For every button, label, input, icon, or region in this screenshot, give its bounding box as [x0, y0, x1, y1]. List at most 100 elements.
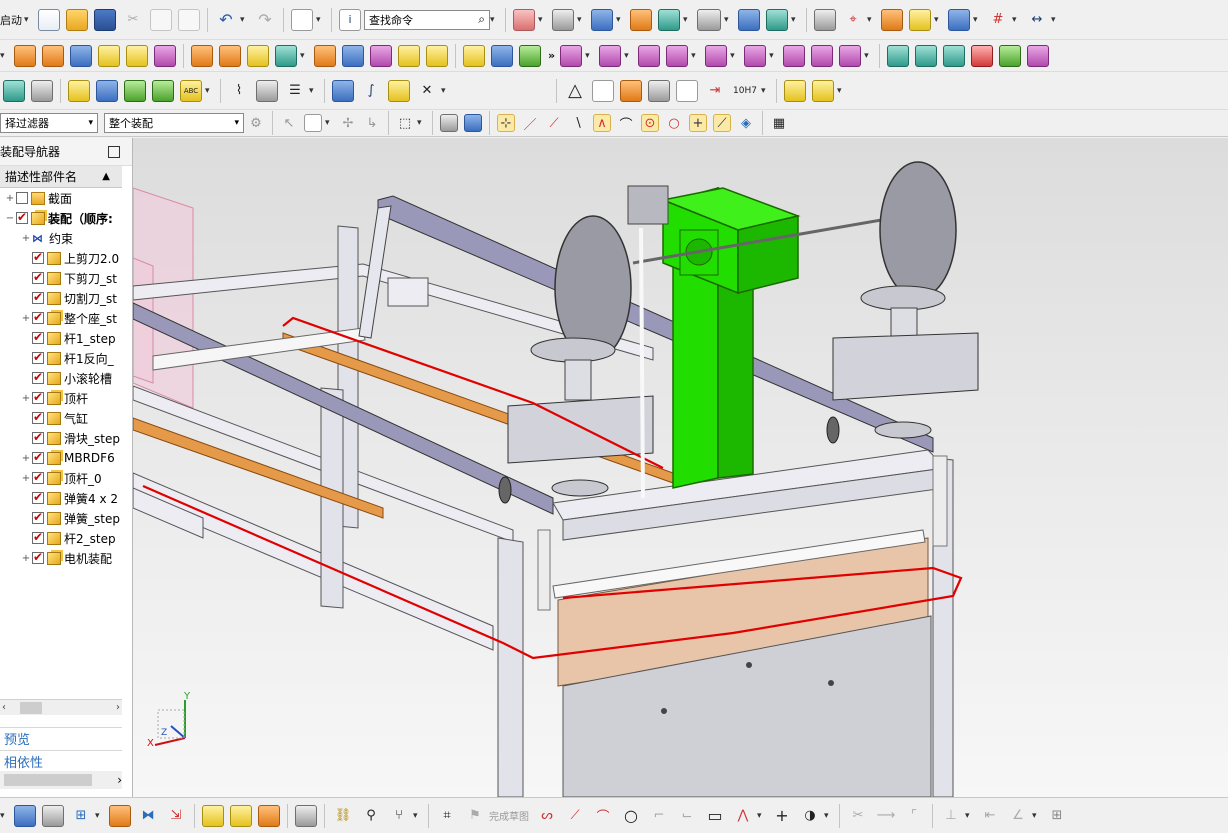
- subassembly-icon[interactable]: [202, 804, 224, 827]
- surface-icon[interactable]: [887, 44, 910, 67]
- render-dropdown-icon[interactable]: ▾: [577, 15, 584, 25]
- select-dropdown-icon[interactable]: ▾: [325, 118, 332, 128]
- boss-icon[interactable]: [219, 44, 241, 67]
- redo-icon[interactable]: ↷: [254, 9, 276, 31]
- snap-icon[interactable]: [948, 8, 970, 31]
- tree-node[interactable]: 滑块_step: [0, 428, 122, 448]
- visibility-checkbox[interactable]: [32, 410, 44, 424]
- rectangle-select-icon[interactable]: ⬚: [396, 114, 414, 132]
- search-icon[interactable]: ⌕: [478, 12, 485, 27]
- visibility-checkbox[interactable]: [32, 290, 44, 304]
- fit-dropdown-icon[interactable]: ▾: [761, 86, 768, 96]
- finish-sketch-icon[interactable]: ⚑: [464, 805, 486, 827]
- component-icon[interactable]: [42, 804, 64, 827]
- orient-dropdown-icon[interactable]: ▾: [683, 15, 690, 25]
- solid-select-icon[interactable]: [440, 114, 458, 132]
- show-constraints-icon[interactable]: ⊞: [1046, 805, 1068, 827]
- add-component-icon[interactable]: [3, 79, 25, 102]
- add-part-dropdown-icon[interactable]: ▾: [95, 811, 102, 821]
- assembly-constraint-icon[interactable]: [766, 8, 788, 31]
- toolbar-handle-dropdown[interactable]: ▾: [0, 51, 7, 61]
- mate-icon[interactable]: [152, 79, 174, 102]
- column-header[interactable]: 描述性部件名 ▲: [0, 166, 122, 188]
- visibility-checkbox[interactable]: [32, 250, 44, 264]
- hole-icon[interactable]: [191, 44, 213, 67]
- quick-trim-icon[interactable]: ✂: [847, 805, 869, 827]
- visibility-checkbox[interactable]: [32, 530, 44, 544]
- measure-icon[interactable]: [881, 8, 903, 31]
- exploded-view-icon[interactable]: [256, 79, 278, 102]
- visibility-checkbox[interactable]: [32, 330, 44, 344]
- info-icon[interactable]: i: [339, 8, 361, 31]
- sphere-icon[interactable]: [154, 44, 176, 67]
- fillet-icon[interactable]: ⌐: [648, 805, 670, 827]
- subtract-icon[interactable]: [342, 44, 364, 67]
- tree-node[interactable]: − 装配（顺序:: [0, 208, 122, 228]
- visibility-checkbox[interactable]: [32, 390, 44, 404]
- visibility-checkbox[interactable]: [32, 370, 44, 384]
- linear-dimension-icon[interactable]: ⇥: [704, 80, 726, 102]
- tree-node[interactable]: + 顶杆: [0, 388, 122, 408]
- open-folder-icon[interactable]: [66, 8, 88, 31]
- revolve-icon[interactable]: [42, 44, 64, 67]
- visibility-checkbox[interactable]: [32, 350, 44, 364]
- fastener-assembly-icon[interactable]: ⚲: [360, 805, 382, 827]
- quick-extend-icon[interactable]: ⟶: [875, 805, 897, 827]
- routing-icon[interactable]: ⑂: [388, 805, 410, 827]
- view-window-icon[interactable]: [291, 8, 313, 31]
- preview-panel-toggle[interactable]: 预览: [0, 727, 122, 749]
- expand-icon[interactable]: +: [20, 553, 32, 564]
- expand-icon[interactable]: +: [20, 393, 32, 404]
- thicken-icon[interactable]: [705, 44, 728, 67]
- view-dropdown-icon[interactable]: ▾: [316, 15, 323, 25]
- chain-link-icon[interactable]: ⛓: [332, 805, 354, 827]
- sequence-icon[interactable]: ☰: [284, 80, 306, 102]
- scale-dropdown-icon[interactable]: ▾: [691, 51, 698, 61]
- mirror-assembly-icon[interactable]: ⧓: [137, 805, 159, 827]
- draft-dropdown-icon[interactable]: ▾: [769, 51, 776, 61]
- cylinder-part-icon[interactable]: [332, 79, 354, 102]
- arc-icon[interactable]: ⌒: [592, 805, 614, 827]
- save-icon[interactable]: [94, 8, 116, 31]
- extrude-icon[interactable]: [14, 44, 36, 67]
- select-pointer-icon[interactable]: ↖: [280, 114, 298, 132]
- arrange-icon[interactable]: ⇲: [165, 805, 187, 827]
- collapse-icon[interactable]: −: [4, 213, 16, 224]
- visibility-checkbox[interactable]: [32, 550, 44, 564]
- trim-body-icon[interactable]: [398, 44, 420, 67]
- snap-quadrant-icon[interactable]: ○: [665, 114, 683, 132]
- toolbar-handle-dropdown[interactable]: ▾: [0, 811, 7, 821]
- offset-dropdown-icon[interactable]: ▾: [824, 811, 831, 821]
- grid-dropdown-icon[interactable]: ▾: [1012, 15, 1019, 25]
- line-icon[interactable]: ⟋: [564, 805, 586, 827]
- simplify-icon[interactable]: [295, 804, 317, 827]
- edge-blend-icon[interactable]: [463, 44, 485, 67]
- snap-arc-icon[interactable]: ⌒: [617, 114, 635, 133]
- visibility-checkbox[interactable]: [32, 470, 44, 484]
- finish-sketch-label[interactable]: 完成草图: [489, 808, 529, 823]
- array-dropdown-icon[interactable]: ▾: [837, 86, 844, 96]
- visibility-checkbox[interactable]: [32, 510, 44, 524]
- fastener-icon[interactable]: ✕: [416, 80, 438, 102]
- tree-node[interactable]: + 整个座_st: [0, 308, 122, 328]
- assembly-navigator-icon[interactable]: [14, 804, 36, 827]
- background-icon[interactable]: [697, 8, 721, 31]
- chamfer-sketch-icon[interactable]: ⌙: [676, 805, 698, 827]
- visibility-checkbox[interactable]: [32, 310, 44, 324]
- dimension-icon[interactable]: ↔: [1026, 9, 1048, 31]
- snap-dropdown-icon[interactable]: ▾: [973, 15, 980, 25]
- note-icon[interactable]: [676, 79, 698, 102]
- deselect-icon[interactable]: ✢: [339, 114, 357, 132]
- tree-node[interactable]: 杆1反向_: [0, 348, 122, 368]
- bottom-horizontal-scrollbar[interactable]: ›: [0, 771, 122, 789]
- spring-icon[interactable]: ∫: [360, 80, 382, 102]
- constraints-icon[interactable]: ⊥: [940, 805, 962, 827]
- tree-horizontal-scrollbar[interactable]: ‹ ›: [0, 699, 122, 715]
- block-icon[interactable]: [70, 44, 92, 67]
- scroll-right-icon[interactable]: ›: [114, 702, 122, 713]
- visibility-checkbox[interactable]: [32, 430, 44, 444]
- tree-node[interactable]: + 顶杆_0: [0, 468, 122, 488]
- tree-node[interactable]: 弹簧4 x 2: [0, 488, 122, 508]
- expand-icon[interactable]: +: [20, 233, 32, 244]
- chamfer-icon[interactable]: [491, 44, 513, 67]
